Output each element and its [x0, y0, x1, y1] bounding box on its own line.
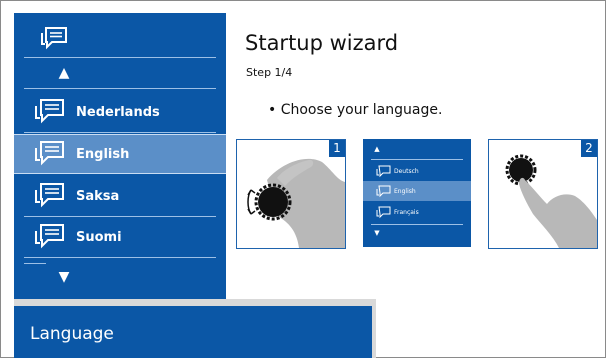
separator [371, 159, 463, 160]
language-label: Suomi [76, 229, 122, 245]
card-number: 1 [329, 140, 345, 157]
illustration-press-knob: 2 [488, 139, 598, 249]
separator [371, 224, 463, 225]
step-indicator: Step 1/4 [246, 66, 293, 79]
language-item-saksa[interactable]: Saksa [14, 176, 226, 216]
mini-language-item: Deutsch [363, 161, 471, 181]
illustration-language-list: ▲ Deutsch English Français ▼ [363, 139, 471, 247]
language-bar-label: Language [30, 324, 114, 344]
language-bar: Language [14, 306, 372, 358]
language-label: Saksa [76, 188, 120, 204]
speech-bubble-icon [376, 185, 391, 197]
scroll-indicator [24, 263, 46, 264]
separator [24, 57, 216, 58]
page-title: Startup wizard [245, 31, 399, 55]
speech-bubble-icon [35, 99, 64, 124]
language-item-suomi[interactable]: Suomi [14, 217, 226, 257]
illustration-turn-knob: 1 [236, 139, 346, 249]
separator [24, 257, 216, 258]
language-label: English [76, 146, 130, 162]
language-sidebar: ▲ Nederlands English Saksa Suomi ▼ [14, 13, 226, 299]
language-label: Nederlands [76, 104, 160, 120]
mini-language-label: English [394, 187, 416, 195]
speech-bubble-icon [35, 141, 64, 166]
mini-language-label: Français [394, 208, 419, 216]
arrow-up-icon[interactable]: ▲ [14, 65, 114, 81]
speech-bubble-icon [376, 206, 391, 218]
arrow-up-icon: ▲ [374, 145, 380, 153]
card-number: 2 [581, 140, 597, 157]
mini-language-item: Français [363, 202, 471, 222]
language-item-nederlands[interactable]: Nederlands [14, 92, 226, 132]
speech-bubble-icon [376, 165, 391, 177]
arrow-down-icon[interactable]: ▼ [14, 269, 114, 285]
separator [24, 132, 216, 133]
instruction-text: • Choose your language. [268, 102, 443, 118]
speech-bubble-icon [35, 183, 64, 208]
arrow-down-icon: ▼ [374, 229, 380, 237]
language-item-english[interactable]: English [14, 134, 226, 174]
speech-bubble-icon [35, 224, 64, 249]
mini-language-item-selected: English [363, 181, 471, 201]
separator [24, 88, 216, 89]
mini-language-label: Deutsch [394, 167, 419, 175]
speech-bubble-icon [41, 27, 67, 50]
